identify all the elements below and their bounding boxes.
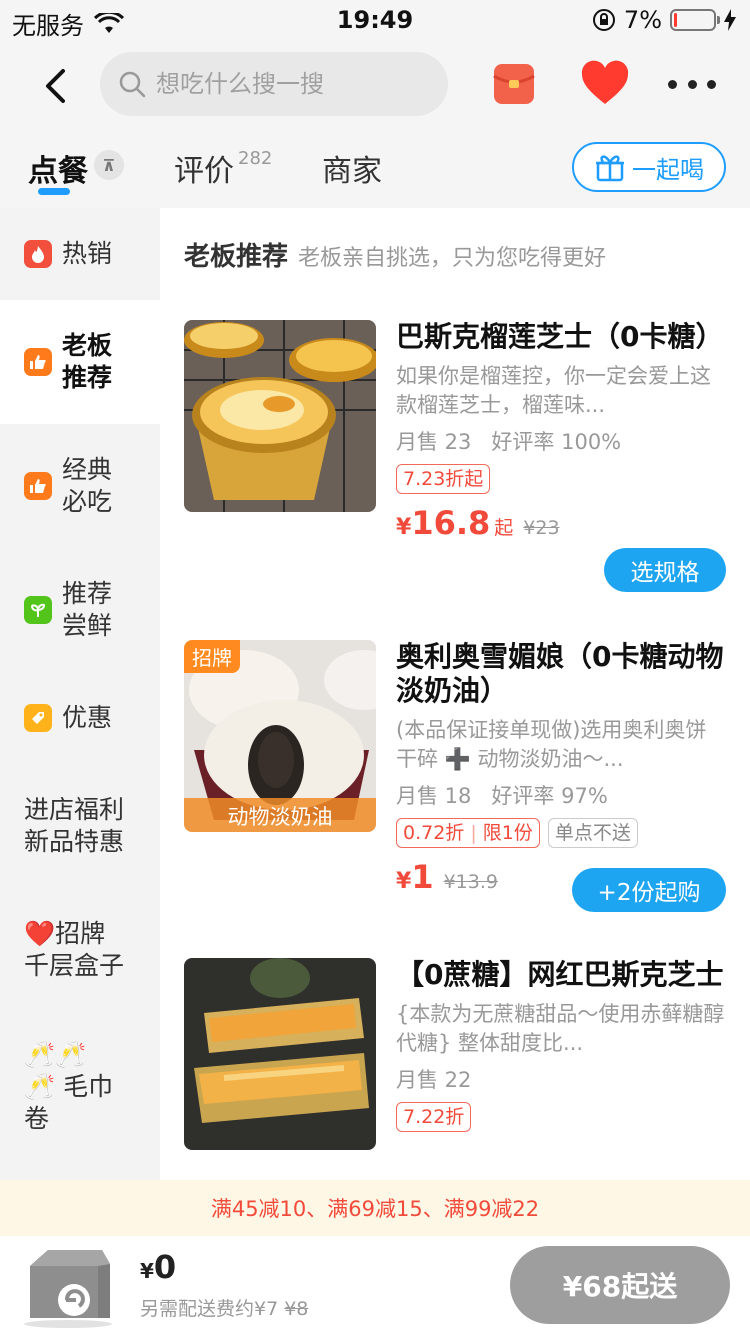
sidebar-item-signature-box[interactable]: ❤️招牌 千层盒子	[0, 888, 160, 1012]
status-bar: 无服务 19:49 7%	[0, 0, 750, 42]
product-name: 【0蔗糖】网红巴斯克芝士	[396, 958, 724, 991]
thumb-up-icon	[24, 348, 52, 376]
more-icon	[668, 79, 677, 89]
back-icon	[46, 69, 65, 103]
tab-active-indicator	[38, 188, 70, 195]
product-name: 巴斯克榴莲芝士（0卡糖）	[396, 320, 724, 353]
tab-reviews[interactable]: 评价 282	[174, 146, 272, 190]
price: 1	[411, 858, 434, 896]
search-bar[interactable]	[100, 52, 448, 116]
price-row: ¥ 16.8 起 ¥23	[396, 504, 560, 542]
drink-together-label: 一起喝	[632, 155, 704, 184]
product-stats: 月售 22	[396, 1068, 472, 1092]
battery-percent: 7%	[623, 6, 662, 34]
section-title: 老板推荐	[184, 242, 289, 272]
tab-reviews-label: 评价	[174, 154, 234, 189]
red-envelope-icon	[493, 64, 535, 104]
store-tabs: 点餐 ⊼ 评价 282 商家 一起喝	[0, 130, 750, 208]
sidebar-item-boss-recommend[interactable]: 老板 推荐	[0, 300, 160, 424]
product-card[interactable]: 动物淡奶油 招牌 奥利奥雪媚娘（0卡糖动物淡奶油） (本品保证接单现做)选用奥利…	[184, 640, 732, 930]
product-description: (本品保证接单现做)选用奥利奥饼干碎 ➕ 动物淡奶油～...	[396, 718, 707, 771]
drink-together-button[interactable]: 一起喝	[572, 142, 726, 192]
original-price: ¥13.9	[443, 871, 498, 893]
pin-top-icon[interactable]: ⊼	[94, 150, 124, 180]
delivery-fee: 另需配送费约¥7 ¥8	[140, 1298, 309, 1320]
section-header: 老板推荐 老板亲自挑选，只为您吃得更好	[184, 236, 606, 273]
tag-icon	[24, 704, 52, 732]
promo-banner: 满45减10、满69减15、满99减22	[0, 1180, 750, 1236]
discount-tag: 7.23折起	[396, 464, 491, 494]
shopping-bag-icon	[24, 1250, 112, 1328]
original-delivery-fee: ¥8	[284, 1298, 309, 1320]
red-envelope-button[interactable]	[492, 62, 536, 106]
sidebar-item-towel-roll[interactable]: 🥂🥂 🥂 毛巾 卷	[0, 1012, 160, 1162]
not-sold-alone-tag: 单点不送	[547, 818, 638, 848]
discount-tag: 7.22折	[396, 1102, 472, 1132]
battery-level	[674, 13, 677, 27]
search-input[interactable]	[156, 70, 416, 98]
search-icon	[119, 71, 146, 98]
section-subtitle: 老板亲自挑选，只为您吃得更好	[298, 246, 607, 271]
image-caption: 动物淡奶油	[228, 805, 333, 829]
sidebar-item-store-perks[interactable]: 进店福利 新品特惠	[0, 764, 160, 888]
menu-content: 老板推荐 老板亲自挑选，只为您吃得更好 巴斯克榴莲芝士（0卡糖） 如果你是榴莲控…	[160, 208, 750, 1180]
discount-tag: 0.72折 | 限1份	[396, 818, 540, 848]
original-price: ¥23	[523, 517, 560, 539]
sidebar-item-discount[interactable]: 优惠	[0, 672, 160, 764]
rotation-lock-icon	[592, 9, 615, 31]
product-description: 如果你是榴莲控，你一定会爱上这款榴莲芝士，榴莲味...	[396, 364, 711, 417]
tab-order[interactable]: 点餐 ⊼	[28, 146, 124, 190]
product-stats: 月售 23 好评率 100%	[396, 430, 622, 454]
battery-icon	[670, 9, 720, 31]
product-card[interactable]: 巴斯克榴莲芝士（0卡糖） 如果你是榴莲控，你一定会爱上这款榴莲芝士，榴莲味...…	[184, 320, 732, 600]
gift-icon	[596, 155, 624, 182]
signature-badge: 招牌	[184, 640, 240, 673]
product-stats: 月售 18 好评率 97%	[396, 784, 608, 808]
fire-icon	[24, 240, 52, 268]
sidebar-item-classic[interactable]: 经典 必吃	[0, 424, 160, 548]
thumb-up-icon	[24, 472, 52, 500]
charging-icon	[724, 9, 736, 31]
cart-button[interactable]	[18, 1244, 118, 1328]
min-purchase-button[interactable]: +2份起购	[572, 868, 726, 912]
limit-tag: 限1份	[482, 822, 533, 844]
sprout-icon	[24, 596, 52, 624]
sidebar-item-hot[interactable]: 热销	[0, 208, 160, 300]
category-sidebar: 热销 老板 推荐 经典 必吃 推荐 尝鲜 优惠 进店福利 新品特惠 ❤️招牌 千…	[0, 208, 160, 1180]
header	[0, 42, 750, 130]
product-name: 奥利奥雪媚娘（0卡糖动物淡奶油）	[396, 640, 724, 707]
more-button[interactable]	[668, 66, 716, 102]
product-image[interactable]	[184, 320, 376, 512]
cart-total: ¥ 0	[140, 1248, 177, 1286]
select-spec-button[interactable]: 选规格	[604, 548, 726, 592]
price: 16.8	[411, 504, 491, 542]
back-button[interactable]	[30, 60, 82, 112]
tab-merchant[interactable]: 商家	[322, 146, 382, 190]
product-description: {本款为无蔗糖甜品～使用赤藓糖醇代糖} 整体甜度比...	[396, 1002, 725, 1055]
product-card[interactable]: 【0蔗糖】网红巴斯克芝士 {本款为无蔗糖甜品～使用赤藓糖醇代糖} 整体甜度比..…	[184, 958, 732, 1180]
reviews-count: 282	[238, 148, 273, 169]
product-image[interactable]: 动物淡奶油 招牌	[184, 640, 376, 832]
sidebar-item-try-new[interactable]: 推荐 尝鲜	[0, 548, 160, 672]
tab-merchant-label: 商家	[322, 154, 382, 189]
min-order-button[interactable]: ¥68起送	[510, 1246, 730, 1324]
product-image[interactable]	[184, 958, 376, 1150]
tab-order-label: 点餐	[28, 154, 88, 189]
cart-bar: ¥ 0 另需配送费约¥7 ¥8 ¥68起送	[0, 1236, 750, 1334]
favorite-button[interactable]	[580, 60, 630, 110]
heart-icon	[581, 60, 629, 104]
